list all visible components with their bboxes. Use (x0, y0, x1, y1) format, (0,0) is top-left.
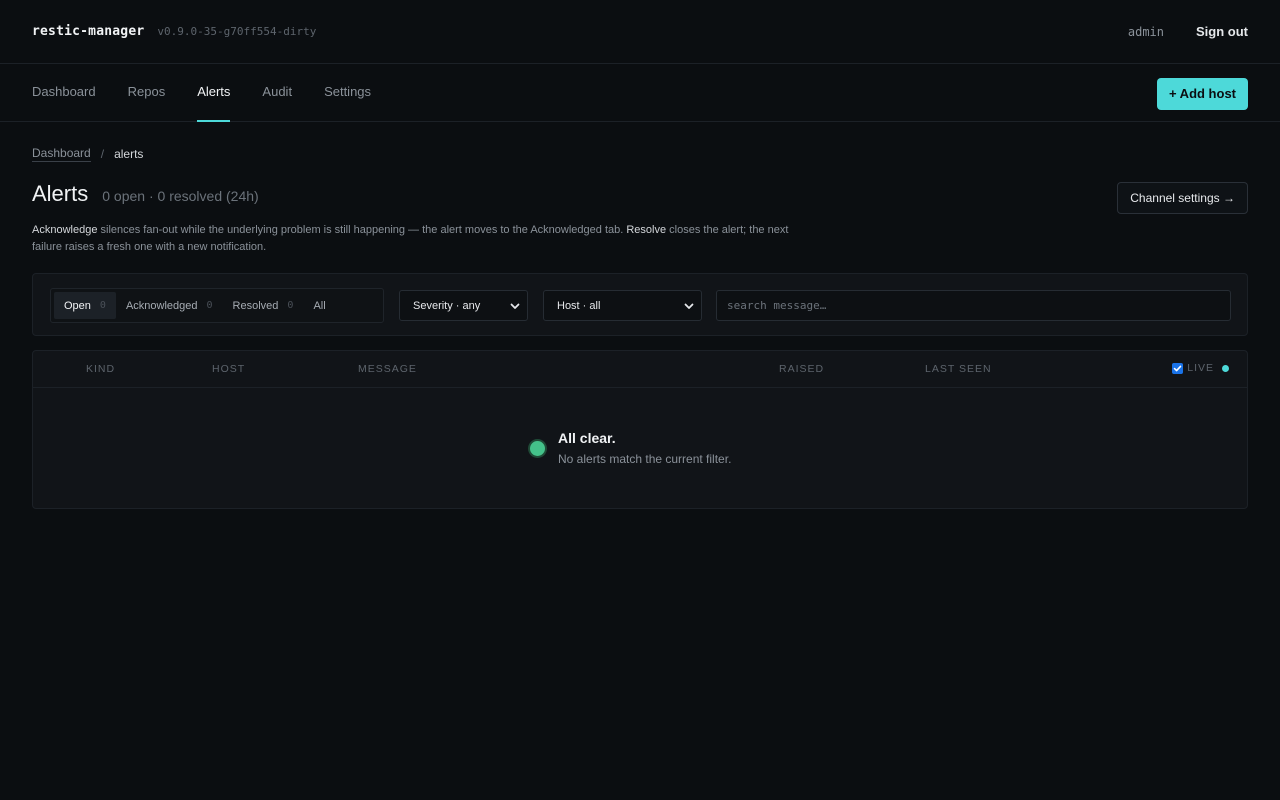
filter-tab-open[interactable]: Open 0 (54, 292, 116, 319)
filter-tab-resolved[interactable]: Resolved 0 (223, 292, 304, 319)
column-message[interactable]: MESSAGE (358, 363, 417, 375)
app-brand[interactable]: restic-manager (32, 24, 144, 39)
column-raised[interactable]: RAISED (779, 363, 824, 375)
channel-settings-button[interactable]: Channel settings → (1117, 182, 1248, 214)
filter-tab-resolved-label: Resolved (232, 299, 279, 312)
tab-alerts[interactable]: Alerts (197, 62, 231, 122)
breadcrumb: Dashboard / alerts (32, 146, 143, 162)
filter-tab-acknowledged-label: Acknowledged (125, 299, 198, 312)
live-toggle[interactable]: LIVE (1172, 362, 1229, 374)
search-input[interactable] (716, 290, 1231, 321)
tab-dashboard[interactable]: Dashboard (32, 62, 96, 121)
tab-settings[interactable]: Settings (324, 62, 371, 121)
live-label: LIVE (1187, 362, 1214, 374)
add-host-button[interactable]: + Add host (1156, 77, 1248, 110)
desc-text-1: silences fan-out while the underlying pr… (97, 224, 627, 236)
filter-tab-resolved-count: 0 (287, 300, 294, 311)
chevron-down-icon (510, 303, 520, 309)
empty-state-message: No alerts match the current filter. (558, 452, 732, 466)
filter-tab-open-label: Open (64, 299, 91, 312)
column-last-seen[interactable]: LAST SEEN (925, 363, 992, 375)
breadcrumb-current: alerts (114, 147, 144, 161)
severity-select[interactable]: Severity · any (399, 290, 528, 321)
alerts-table: KIND HOST MESSAGE RAISED LAST SEEN LIVE … (32, 350, 1248, 509)
column-kind[interactable]: KIND (86, 363, 115, 375)
filter-tab-open-count: 0 (99, 300, 106, 311)
table-header: KIND HOST MESSAGE RAISED LAST SEEN LIVE (33, 351, 1247, 388)
page-description: Acknowledge silences fan-out while the u… (32, 222, 792, 256)
desc-resolve-term: Resolve (626, 224, 667, 236)
sign-out-button[interactable]: Sign out (1196, 24, 1248, 39)
column-host[interactable]: HOST (212, 363, 245, 375)
top-bar: restic-manager v0.9.0-35-g70ff554-dirty … (0, 0, 1280, 64)
checkmark-icon (1173, 365, 1182, 371)
breadcrumb-dashboard-link[interactable]: Dashboard (32, 146, 91, 162)
severity-select-value: Severity · any (413, 299, 481, 312)
filter-tab-acknowledged-count: 0 (206, 300, 213, 311)
user-area: admin Sign out (1128, 24, 1248, 39)
current-user: admin (1127, 24, 1164, 39)
page-header: Alerts 0 open · 0 resolved (24h) (32, 181, 259, 207)
filter-tab-all-label: All (313, 299, 326, 312)
chevron-down-icon (684, 303, 694, 309)
filter-tab-acknowledged[interactable]: Acknowledged 0 (116, 292, 223, 319)
status-filter-tabs: Open 0 Acknowledged 0 Resolved 0 All (50, 288, 384, 323)
page-subtitle: 0 open · 0 resolved (24h) (102, 188, 259, 204)
empty-state-text: All clear. No alerts match the current f… (558, 430, 731, 466)
empty-state-title: All clear. (558, 430, 616, 446)
tab-repos[interactable]: Repos (128, 62, 166, 121)
tab-audit[interactable]: Audit (262, 62, 292, 121)
empty-state: All clear. No alerts match the current f… (530, 430, 731, 466)
breadcrumb-separator: / (100, 147, 105, 161)
desc-acknowledge-term: Acknowledge (32, 224, 98, 236)
all-clear-status-icon (530, 441, 545, 456)
app-version: v0.9.0-35-g70ff554-dirty (157, 25, 317, 38)
page-title: Alerts (32, 181, 89, 206)
main-nav: Dashboard Repos Alerts Audit Settings + … (0, 64, 1280, 122)
live-checkbox[interactable] (1172, 362, 1184, 374)
filter-panel: Open 0 Acknowledged 0 Resolved 0 All Sev… (32, 273, 1248, 336)
host-select-value: Host · all (557, 299, 601, 312)
live-status-dot (1222, 364, 1229, 372)
host-select[interactable]: Host · all (543, 290, 702, 321)
filter-tab-all[interactable]: All (303, 292, 335, 319)
